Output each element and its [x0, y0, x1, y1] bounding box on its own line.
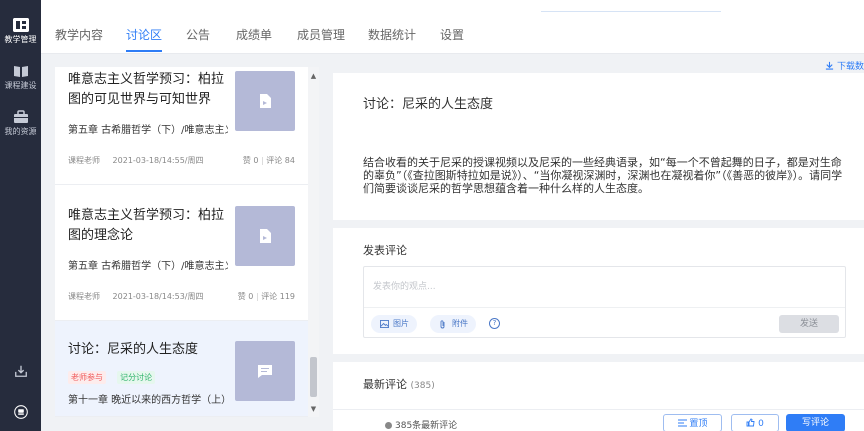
detail-body: 结合收看的关于尼采的授课视频以及尼采的一些经典语录，如“每一个不曾起舞的日子，都…: [363, 156, 843, 195]
rail-item-course[interactable]: 课程建设: [0, 64, 41, 91]
rail-avatar[interactable]: [0, 405, 41, 422]
download-icon: [826, 61, 834, 70]
topic-title: 讨论：尼采的人生态度: [68, 342, 199, 357]
write-comment-button[interactable]: 写评论: [786, 414, 845, 431]
message-icon: [258, 365, 272, 378]
topic-chapter: 第十一章 晚近以来的西方哲学（上）: [68, 395, 228, 406]
scroll-up-arrow[interactable]: ▲: [309, 72, 318, 80]
insert-image-button[interactable]: 图片: [371, 315, 417, 333]
scroll-down-arrow[interactable]: ▼: [309, 405, 318, 413]
topic-chapter: 第五章 古希腊哲学（下）/唯意志主义哲学: [68, 261, 228, 272]
briefcase-icon: [13, 110, 28, 123]
bottom-action-bar: 385条最新评论 置顶 0 写评论: [333, 409, 864, 431]
tab-discussion[interactable]: 讨论区: [126, 27, 162, 43]
topic-stats: 赞 0 | 评论 84: [242, 156, 295, 165]
like-button[interactable]: 0: [731, 414, 779, 431]
rail-item-teaching[interactable]: 教学管理: [0, 18, 41, 45]
tag-graded: 记分讨论: [117, 371, 156, 384]
rail-download[interactable]: [0, 364, 41, 381]
topic-likes: 赞 0: [237, 292, 254, 301]
tab-teaching-content[interactable]: 教学内容: [55, 27, 103, 43]
topic-chapter: 第五章 古希腊哲学（下）/唯意志主义哲学: [68, 125, 228, 136]
topic-thumbnail: [235, 71, 295, 131]
tab-settings[interactable]: 设置: [440, 27, 464, 43]
comment-dot-icon: [385, 422, 392, 429]
avatar-icon: [13, 405, 28, 419]
topic-thumbnail: [235, 341, 295, 401]
help-icon[interactable]: ?: [489, 318, 500, 329]
active-tab-indicator: [126, 50, 162, 52]
comment-form-title: 发表评论: [363, 244, 407, 257]
attach-label: 附件: [452, 319, 468, 328]
topic-title: 唯意志主义哲学预习：柏拉图的理念论: [68, 208, 225, 243]
image-icon: [380, 320, 389, 328]
pin-label: 置顶: [689, 419, 708, 429]
comment-form-card: 发表评论 图片 附件 ? 发送: [333, 228, 864, 354]
download-link[interactable]: 下载数: [825, 59, 864, 72]
latest-comments-title: 最新评论: [363, 378, 407, 391]
latest-comments-heading: 最新评论 (385): [363, 376, 435, 392]
thumbs-up-icon: [746, 418, 755, 427]
topic-card[interactable]: 唯意志主义哲学预习：柏拉图的可见世界与可知世界 第五章 古希腊哲学（下）/唯意志…: [55, 67, 308, 185]
topic-author: 课程老师: [68, 292, 100, 301]
scroll-thumb[interactable]: [310, 357, 317, 397]
bottom-comment-count: 385条最新评论: [385, 418, 457, 431]
comment-input[interactable]: [364, 267, 845, 307]
topic-card[interactable]: 唯意志主义哲学预习：柏拉图的理念论 第五章 古希腊哲学（下）/唯意志主义哲学 课…: [55, 185, 308, 321]
tag-teacher-joined: 老师参与: [68, 371, 106, 384]
latest-comments-card: 最新评论 (385): [333, 362, 864, 409]
paperclip-icon: [440, 320, 445, 329]
document-icon: [260, 94, 271, 108]
topic-card-selected[interactable]: 讨论：尼采的人生态度 老师参与 记分讨论 第十一章 晚近以来的西方哲学（上）: [55, 321, 308, 417]
topic-meta: 课程老师 2021-03-18/14:55/周四: [68, 155, 213, 166]
image-label: 图片: [393, 319, 409, 328]
insert-attachment-button[interactable]: 附件: [430, 315, 476, 333]
topic-stats: 赞 0 | 评论 119: [237, 292, 295, 301]
tab-gradebook[interactable]: 成绩单: [236, 27, 272, 43]
document-icon: [260, 229, 271, 243]
rail-label: 课程建设: [4, 81, 37, 90]
pin-button[interactable]: 置顶: [663, 414, 722, 431]
left-rail: 教学管理 课程建设 我的资源: [0, 0, 41, 431]
bottom-count-label: 385条最新评论: [395, 421, 458, 431]
download-label: 下载数: [836, 62, 864, 72]
comment-box: 图片 附件 ? 发送: [363, 266, 846, 338]
tab-member-management[interactable]: 成员管理: [297, 27, 345, 43]
topic-thumbnail: [235, 206, 295, 266]
topic-list-scrollbar[interactable]: ▲ ▼: [308, 67, 319, 417]
topic-list: 唯意志主义哲学预习：柏拉图的可见世界与可知世界 第五章 古希腊哲学（下）/唯意志…: [55, 67, 308, 417]
tab-statistics[interactable]: 数据统计: [368, 27, 416, 43]
topic-title: 唯意志主义哲学预习：柏拉图的可见世界与可知世界: [68, 72, 225, 107]
top-tab-bar: 教学内容 讨论区 公告 成绩单 成员管理 数据统计 设置: [41, 0, 864, 54]
topic-author: 课程老师: [68, 156, 100, 165]
topic-comments: 评论 84: [266, 156, 295, 165]
topic-detail-card: 讨论：尼采的人生态度 结合收看的关于尼采的授课视频以及尼采的一些经典语录，如“每…: [333, 73, 864, 220]
tab-announcement[interactable]: 公告: [186, 27, 210, 43]
topic-likes: 赞 0: [242, 156, 259, 165]
topic-time: 2021-03-18/14:55/周四: [112, 156, 204, 165]
pin-icon: [677, 419, 687, 427]
detail-title: 讨论：尼采的人生态度: [363, 97, 494, 112]
book-icon: [13, 66, 28, 77]
rail-item-resources[interactable]: 我的资源: [0, 110, 41, 137]
rail-label: 教学管理: [4, 35, 37, 44]
teaching-management-icon: [12, 18, 29, 32]
rail-label: 我的资源: [4, 127, 37, 136]
topic-meta: 课程老师 2021-03-18/14:53/周四: [68, 291, 213, 302]
topic-time: 2021-03-18/14:53/周四: [112, 292, 204, 301]
like-count: 0: [758, 419, 764, 429]
latest-comments-count: (385): [410, 381, 435, 391]
send-button[interactable]: 发送: [779, 315, 839, 333]
download-icon: [14, 365, 27, 377]
comment-divider: [364, 307, 845, 308]
topic-comments: 评论 119: [261, 292, 295, 301]
topic-tags: 老师参与 记分讨论: [68, 365, 161, 384]
header-illustration: [541, 0, 721, 12]
